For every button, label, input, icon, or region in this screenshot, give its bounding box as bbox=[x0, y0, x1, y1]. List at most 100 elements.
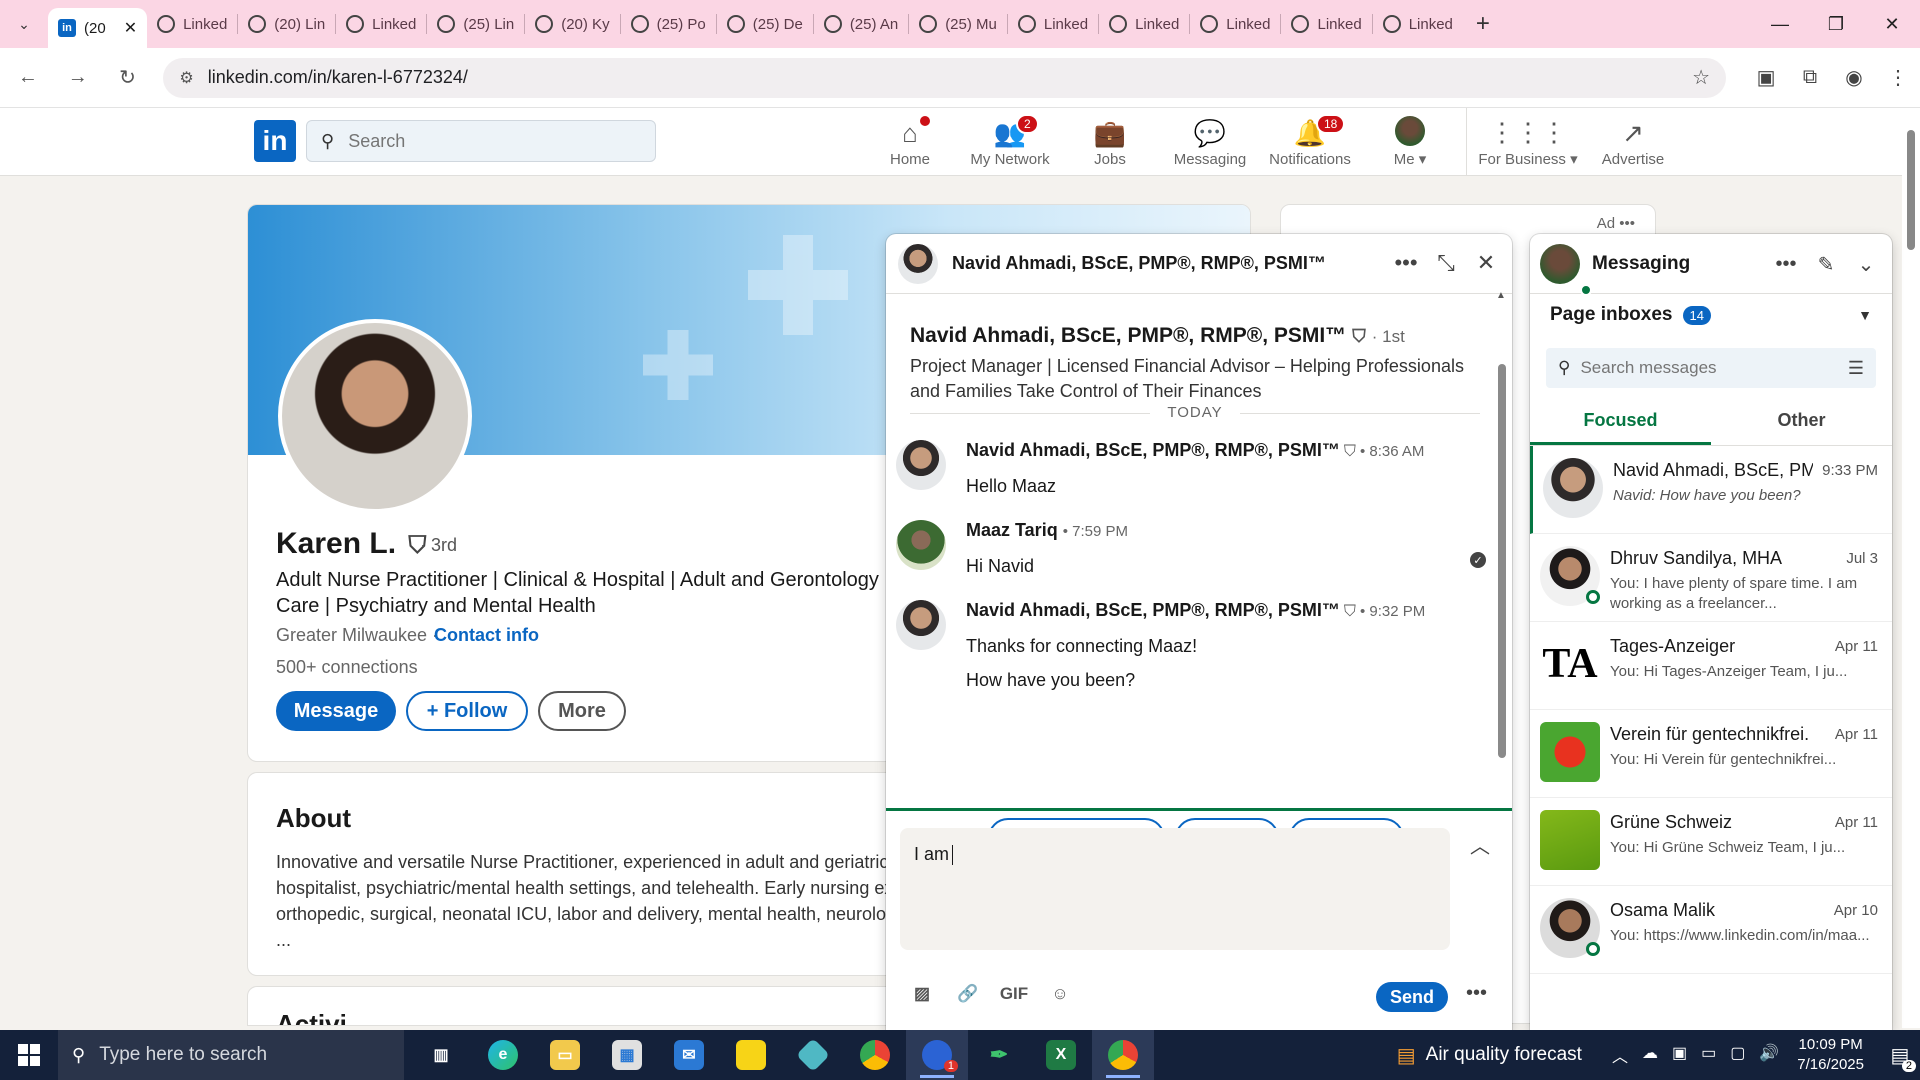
contact-info-link[interactable]: Contact info bbox=[434, 625, 539, 646]
participant-name[interactable]: Navid Ahmadi, BScE, PMP®, RMP®, PSMI™ ⛉ · … bbox=[910, 324, 1405, 348]
more-options-icon[interactable]: ••• bbox=[1774, 250, 1798, 278]
page-scrollbar[interactable] bbox=[1902, 108, 1920, 1028]
excel-app[interactable]: X bbox=[1030, 1030, 1092, 1080]
battery-icon[interactable]: ▭ bbox=[1701, 1043, 1716, 1067]
tab[interactable]: Linked bbox=[1373, 6, 1463, 42]
profile-photo[interactable] bbox=[278, 319, 472, 513]
app-pen[interactable]: ✒ bbox=[968, 1030, 1030, 1080]
store-app[interactable]: ▦ bbox=[596, 1030, 658, 1080]
nav-jobs[interactable]: 💼 Jobs bbox=[1060, 108, 1160, 176]
nav-home[interactable]: ⌂ Home bbox=[860, 108, 960, 176]
conversation-list-item[interactable]: Verein für gentechnikfrei... Apr 11 You:… bbox=[1530, 710, 1892, 798]
address-bar[interactable]: ⚙ linkedin.com/in/karen-l-6772324/ ☆ bbox=[163, 57, 1727, 98]
avatar[interactable] bbox=[896, 440, 946, 490]
back-icon[interactable]: ← bbox=[6, 56, 50, 100]
forward-icon[interactable]: → bbox=[56, 56, 100, 100]
scroll-up-icon[interactable]: ▲ bbox=[1496, 290, 1506, 301]
close-icon[interactable]: ✕ bbox=[1474, 248, 1498, 278]
task-view-button[interactable]: ▥ bbox=[410, 1030, 472, 1080]
network-tray-icon[interactable]: ▢ bbox=[1730, 1043, 1745, 1067]
nav-for-business[interactable]: ⋮⋮⋮ For Business ▾ bbox=[1473, 108, 1583, 176]
conversation-list-item[interactable]: Osama Malik Apr 10 You: https://www.link… bbox=[1530, 886, 1892, 974]
close-icon[interactable]: ✕ bbox=[124, 18, 137, 38]
gif-icon[interactable]: GIF bbox=[1000, 982, 1028, 1006]
avatar[interactable] bbox=[896, 600, 946, 650]
tab[interactable]: (20) Ky bbox=[525, 6, 619, 42]
more-options-icon[interactable]: ••• bbox=[1394, 248, 1418, 278]
scrollbar-thumb[interactable] bbox=[1498, 364, 1506, 758]
tab[interactable]: Linked bbox=[147, 6, 237, 42]
compose-icon[interactable]: ✎ bbox=[1814, 250, 1838, 278]
chevron-up-icon[interactable]: ︿ bbox=[1612, 1043, 1628, 1067]
file-explorer-app[interactable]: ▭ bbox=[534, 1030, 596, 1080]
chrome-profile-app[interactable] bbox=[1092, 1030, 1154, 1080]
meeting-app[interactable]: 1 bbox=[906, 1030, 968, 1080]
conversation-list-item[interactable]: Navid Ahmadi, BScE, PM... 9:33 PM Navid:… bbox=[1530, 446, 1892, 534]
message-composer-input[interactable]: I am bbox=[900, 828, 1450, 950]
tab[interactable]: (25) Mu bbox=[909, 6, 1007, 42]
onedrive-icon[interactable]: ☁ bbox=[1642, 1043, 1658, 1067]
restore-icon[interactable]: ❐ bbox=[1808, 0, 1864, 48]
expand-composer-icon[interactable]: ︿ bbox=[1470, 830, 1490, 859]
conversation-title[interactable]: Navid Ahmadi, BScE, PMP®, RMP®, PSMI™ bbox=[952, 253, 1326, 274]
scrollbar-thumb[interactable] bbox=[1907, 130, 1915, 250]
follow-button[interactable]: + Follow bbox=[406, 691, 528, 731]
more-button[interactable]: More bbox=[538, 691, 626, 731]
tab-active[interactable]: in (20 ✕ bbox=[48, 8, 148, 48]
connections-count[interactable]: 500+ connections bbox=[276, 657, 418, 678]
tab[interactable]: (20) Lin bbox=[238, 6, 335, 42]
chevron-down-icon[interactable]: ⌄ bbox=[1854, 250, 1878, 278]
tab-other[interactable]: Other bbox=[1711, 402, 1892, 445]
tab[interactable]: (25) An bbox=[814, 6, 908, 42]
minimize-chat-icon[interactable]: ⤡ bbox=[1434, 248, 1458, 278]
tab[interactable]: Linked bbox=[1281, 6, 1371, 42]
tab[interactable]: (25) Po bbox=[621, 6, 716, 42]
message-button[interactable]: Message bbox=[276, 691, 396, 731]
chrome-app[interactable] bbox=[844, 1030, 906, 1080]
tab-search-button[interactable]: ⌄ bbox=[0, 0, 48, 48]
image-icon[interactable]: ▨ bbox=[910, 982, 934, 1006]
site-info-icon[interactable]: ⚙ bbox=[179, 68, 193, 88]
meet-now-icon[interactable]: ▣ bbox=[1672, 1043, 1687, 1067]
conversation-scrollbar[interactable]: ▲ ▼ bbox=[1496, 290, 1506, 1030]
send-button[interactable]: Send bbox=[1376, 982, 1448, 1012]
weather-widget[interactable]: ▤ Air quality forecast bbox=[1397, 1043, 1582, 1068]
kebab-menu-icon[interactable]: ⋮ bbox=[1876, 56, 1920, 100]
extension-icon[interactable]: ▣ bbox=[1744, 56, 1788, 100]
tab[interactable]: Linked bbox=[336, 6, 426, 42]
conversation-list-item[interactable]: Grüne Schweiz Apr 11 You: Hi Grüne Schwe… bbox=[1530, 798, 1892, 886]
emoji-icon[interactable]: ☺ bbox=[1048, 982, 1072, 1006]
filter-icon[interactable]: ☰ bbox=[1848, 358, 1864, 379]
edge-app[interactable]: e bbox=[472, 1030, 534, 1080]
sticky-notes-app[interactable] bbox=[720, 1030, 782, 1080]
bookmark-star-icon[interactable]: ☆ bbox=[1692, 65, 1710, 90]
nav-notifications[interactable]: 🔔 18 Notifications bbox=[1260, 108, 1360, 176]
nav-me[interactable]: Me ▾ bbox=[1360, 108, 1460, 176]
tab[interactable]: Linked bbox=[1008, 6, 1098, 42]
tab[interactable]: Linked bbox=[1099, 6, 1189, 42]
page-inboxes-selector[interactable]: Page inboxes 14 ▼ bbox=[1550, 304, 1872, 326]
nav-my-network[interactable]: 👥 2 My Network bbox=[960, 108, 1060, 176]
tab[interactable]: (25) De bbox=[717, 6, 813, 42]
search-messages-input[interactable] bbox=[1580, 358, 1848, 378]
nav-advertise[interactable]: ↗ Advertise bbox=[1583, 108, 1683, 176]
attachment-icon[interactable]: 🔗 bbox=[956, 982, 980, 1006]
conversation-header[interactable]: Navid Ahmadi, BScE, PMP®, RMP®, PSMI™ ••… bbox=[886, 234, 1512, 294]
messaging-header[interactable]: Messaging ••• ✎ ⌄ bbox=[1530, 234, 1892, 296]
puzzle-icon[interactable]: ⧉ bbox=[1788, 56, 1832, 100]
mail-app[interactable]: ✉ bbox=[658, 1030, 720, 1080]
tab-focused[interactable]: Focused bbox=[1530, 402, 1711, 445]
taskbar-search[interactable]: ⚲ Type here to search bbox=[58, 1030, 404, 1080]
messaging-title[interactable]: Messaging bbox=[1592, 253, 1690, 275]
start-button[interactable] bbox=[0, 1030, 58, 1080]
reload-icon[interactable]: ↻ bbox=[106, 56, 150, 100]
close-window-icon[interactable]: ✕ bbox=[1864, 0, 1920, 48]
conversation-list-item[interactable]: Dhruv Sandilya, MHA Jul 3 You: I have pl… bbox=[1530, 534, 1892, 622]
new-tab-button[interactable]: + bbox=[1463, 10, 1503, 38]
nav-messaging[interactable]: 💬 Messaging bbox=[1160, 108, 1260, 176]
search-input[interactable] bbox=[348, 130, 619, 152]
more-options-icon[interactable]: ••• bbox=[1466, 982, 1487, 1005]
profile-icon[interactable]: ◉ bbox=[1832, 56, 1876, 100]
tab[interactable]: (25) Lin bbox=[427, 6, 524, 42]
tab[interactable]: Linked bbox=[1190, 6, 1280, 42]
